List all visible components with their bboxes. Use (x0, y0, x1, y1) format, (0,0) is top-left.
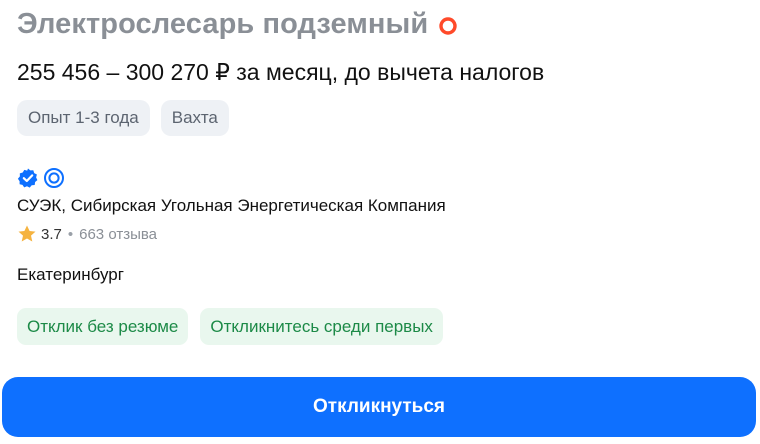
rating-separator: • (67, 225, 74, 243)
highlight-no-resume: Отклик без резюме (17, 308, 189, 345)
salary: 255 456 – 300 270 ₽ за месяц, до вычета … (17, 59, 545, 85)
rating-value: 3.7 (41, 225, 62, 243)
promo-circle-icon (438, 15, 458, 35)
reviews-count[interactable]: 663 отзыва (79, 226, 157, 243)
vacancy-tags: Опыт 1-3 года Вахта (17, 100, 229, 136)
employer-badges (17, 167, 65, 189)
highlight-be-first: Откликнитесь среди первых (200, 308, 443, 345)
company-name[interactable]: СУЭК, Сибирская Угольная Энергетическая … (17, 196, 446, 216)
company-rating[interactable]: 3.7 • 663 отзыва (17, 224, 157, 244)
vacancy-highlights: Отклик без резюме Откликнитесь среди пер… (17, 308, 443, 345)
vacancy-card: Электрослесарь подземный 255 456 – 300 2… (0, 0, 760, 444)
tag-shift: Вахта (160, 100, 229, 136)
title-row: Электрослесарь подземный (17, 8, 458, 41)
trusted-employer-icon[interactable] (43, 167, 65, 189)
star-icon (17, 224, 37, 244)
verified-check-icon[interactable] (17, 167, 39, 189)
vacancy-title[interactable]: Электрослесарь подземный (17, 8, 428, 41)
tag-experience: Опыт 1-3 года (17, 100, 150, 136)
vacancy-city: Екатеринбург (17, 265, 124, 284)
apply-button[interactable]: Откликнуться (2, 377, 756, 437)
